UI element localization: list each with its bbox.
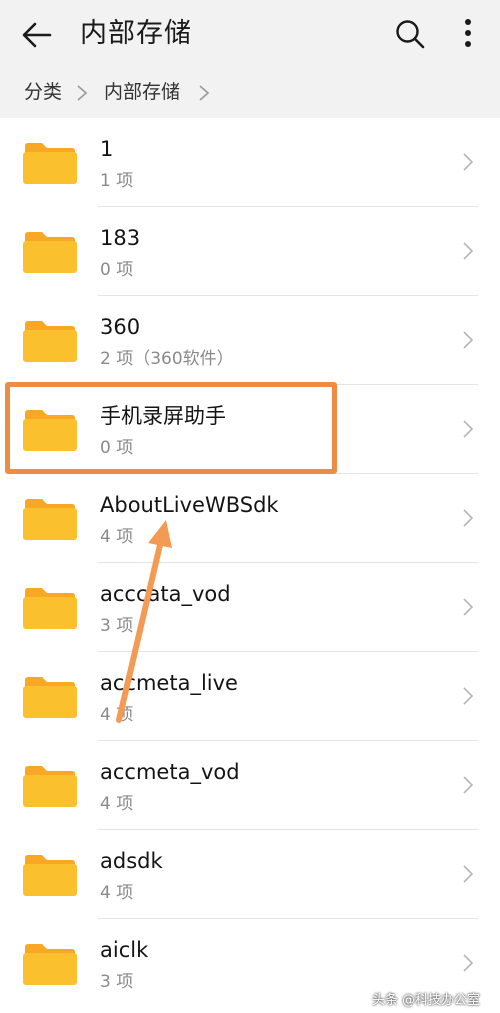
list-item[interactable]: AboutLiveWBSdk 4 项 [0,474,500,563]
folder-icon [23,944,77,985]
chevron-right-icon [463,776,474,794]
folder-icon [23,677,77,718]
list-item[interactable]: accmeta_vod 4 项 [0,741,500,830]
folder-icon [23,588,77,629]
list-item[interactable]: adsdk 4 项 [0,830,500,919]
breadcrumb: 分类 内部存储 [0,68,500,118]
folder-name: acccata_vod [100,582,231,606]
chevron-right-icon [463,242,474,260]
folder-icon [23,232,77,273]
folder-icon [23,321,77,362]
folder-item-count: 3 项 [100,616,134,636]
folder-icon [23,499,77,540]
page-title: 内部存储 [80,18,192,49]
folder-icon [23,855,77,896]
folder-icon [23,143,77,184]
list-item[interactable]: 360 2 项（360软件） [0,296,500,385]
app-bar: 内部存储 [0,0,500,68]
arrow-left-icon[interactable] [20,18,54,52]
chevron-right-icon [463,954,474,972]
chevron-right-icon [463,598,474,616]
list-item[interactable]: 1 1 项 [0,118,500,207]
folder-item-count: 4 项 [100,883,134,903]
folder-item-count: 3 项 [100,972,134,992]
folder-name: 1 [100,137,114,161]
folder-icon [23,766,77,807]
folder-item-count: 4 项 [100,705,134,725]
breadcrumb-item-category[interactable]: 分类 [24,78,62,106]
more-vertical-icon[interactable] [456,16,480,52]
chevron-right-icon [463,865,474,883]
folder-item-count: 0 项 [100,260,134,280]
folder-item-count: 4 项 [100,527,134,547]
folder-name: AboutLiveWBSdk [100,493,279,517]
chevron-right-icon [463,509,474,527]
folder-name: 360 [100,315,141,339]
folder-item-count: 1 项 [100,171,134,191]
folder-name: accmeta_live [100,671,238,695]
folder-item-count: 2 项（360软件） [100,349,234,369]
list-item[interactable]: accmeta_live 4 项 [0,652,500,741]
search-icon[interactable] [394,18,426,50]
chevron-right-icon [199,85,210,101]
list-item[interactable]: acccata_vod 3 项 [0,563,500,652]
folder-name: adsdk [100,849,163,873]
highlight-box [5,382,337,474]
chevron-right-icon [463,687,474,705]
folder-item-count: 4 项 [100,794,134,814]
watermark: 头条 @科技办公室 [371,993,480,1008]
folder-name: aiclk [100,938,149,962]
chevron-right-icon [463,420,474,438]
list-item[interactable]: 183 0 项 [0,207,500,296]
folder-name: accmeta_vod [100,760,240,784]
chevron-right-icon [463,153,474,171]
chevron-right-icon [77,85,88,101]
breadcrumb-item-internal-storage[interactable]: 内部存储 [104,78,180,106]
chevron-right-icon [463,331,474,349]
folder-name: 183 [100,226,141,250]
